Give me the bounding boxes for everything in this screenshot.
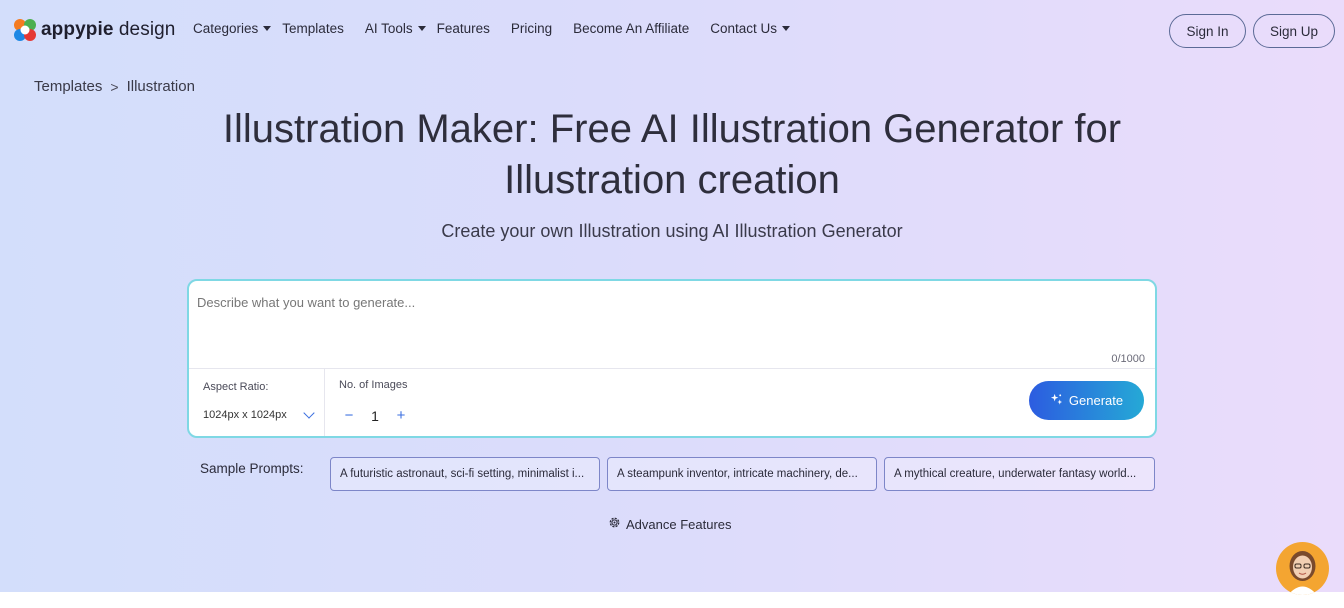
appypie-logo-icon bbox=[12, 17, 38, 43]
nav-label: Pricing bbox=[510, 21, 553, 36]
breadcrumb-separator: > bbox=[110, 78, 119, 95]
prompt-input[interactable] bbox=[197, 295, 1147, 355]
chat-assistant-avatar[interactable] bbox=[1276, 542, 1329, 595]
caret-down-icon bbox=[782, 26, 791, 31]
page-bottom-strip bbox=[0, 592, 1344, 608]
breadcrumb-current: Illustration bbox=[126, 78, 195, 95]
nav-contact-us[interactable]: Contact Us bbox=[710, 21, 791, 36]
top-header: appypie design Categories Templates AI T… bbox=[0, 0, 1344, 62]
sparkle-icon bbox=[1050, 393, 1063, 409]
sample-prompt-chip[interactable]: A steampunk inventor, intricate machiner… bbox=[607, 457, 877, 491]
character-counter: 0/1000 bbox=[1111, 353, 1145, 365]
increment-button[interactable]: + bbox=[393, 408, 409, 424]
card-divider bbox=[189, 368, 1155, 369]
nav-label: Categories bbox=[193, 21, 259, 36]
nav-templates[interactable]: Templates bbox=[282, 21, 344, 36]
main-nav: Categories Templates AI Tools Features P… bbox=[193, 21, 811, 36]
aspect-ratio-select[interactable]: 1024px x 1024px bbox=[203, 407, 317, 421]
sample-prompt-text: A mythical creature, underwater fantasy … bbox=[894, 468, 1137, 480]
caret-down-icon bbox=[417, 26, 426, 31]
sample-prompt-text: A steampunk inventor, intricate machiner… bbox=[617, 468, 858, 480]
sign-in-button[interactable]: Sign In bbox=[1169, 14, 1246, 48]
chevron-down-icon bbox=[303, 407, 315, 419]
prompt-card: 0/1000 Aspect Ratio: 1024px x 1024px No.… bbox=[187, 279, 1157, 438]
nav-label: Templates bbox=[282, 21, 344, 36]
gear-icon bbox=[608, 516, 621, 532]
sign-up-button[interactable]: Sign Up bbox=[1253, 14, 1335, 48]
generate-button[interactable]: Generate bbox=[1029, 381, 1144, 420]
nav-categories[interactable]: Categories bbox=[193, 21, 272, 36]
nav-become-affiliate[interactable]: Become An Affiliate bbox=[573, 21, 689, 36]
generate-label: Generate bbox=[1068, 393, 1124, 408]
card-divider-vertical bbox=[324, 369, 325, 436]
sample-prompt-text: A futuristic astronaut, sci-fi setting, … bbox=[340, 468, 585, 480]
nav-label: Features bbox=[436, 21, 490, 36]
breadcrumb: Templates > Illustration bbox=[34, 78, 195, 95]
brand-logo[interactable]: appypie design bbox=[12, 17, 175, 43]
page-title: Illustration Maker: Free AI Illustration… bbox=[0, 104, 1344, 206]
nav-ai-tools[interactable]: AI Tools bbox=[365, 21, 426, 36]
nav-label: AI Tools bbox=[364, 21, 413, 36]
decrement-button[interactable]: − bbox=[341, 408, 357, 424]
image-count-value: 1 bbox=[371, 408, 379, 424]
image-count-label: No. of Images bbox=[339, 379, 408, 391]
advance-features-button[interactable]: Advance Features bbox=[608, 516, 732, 532]
nav-pricing[interactable]: Pricing bbox=[511, 21, 552, 36]
sample-prompt-chip[interactable]: A futuristic astronaut, sci-fi setting, … bbox=[330, 457, 600, 491]
advance-features-label: Advance Features bbox=[626, 516, 732, 532]
nav-features[interactable]: Features bbox=[437, 21, 490, 36]
nav-label: Contact Us bbox=[710, 21, 778, 36]
brand-name: appypie design bbox=[41, 19, 176, 40]
sample-prompts-label: Sample Prompts: bbox=[200, 461, 304, 476]
caret-down-icon bbox=[263, 26, 272, 31]
breadcrumb-templates[interactable]: Templates bbox=[34, 78, 102, 95]
sample-prompt-chip[interactable]: A mythical creature, underwater fantasy … bbox=[884, 457, 1155, 491]
aspect-ratio-value: 1024px x 1024px bbox=[203, 409, 287, 421]
page-title-line1: Illustration Maker: Free AI Illustration… bbox=[222, 107, 1122, 151]
page-title-line2: Illustration creation bbox=[504, 158, 840, 202]
nav-label: Become An Affiliate bbox=[573, 21, 690, 36]
page-subtitle: Create your own Illustration using AI Il… bbox=[441, 221, 903, 241]
image-count-stepper: − 1 + bbox=[341, 408, 409, 425]
aspect-ratio-label: Aspect Ratio: bbox=[203, 381, 269, 393]
